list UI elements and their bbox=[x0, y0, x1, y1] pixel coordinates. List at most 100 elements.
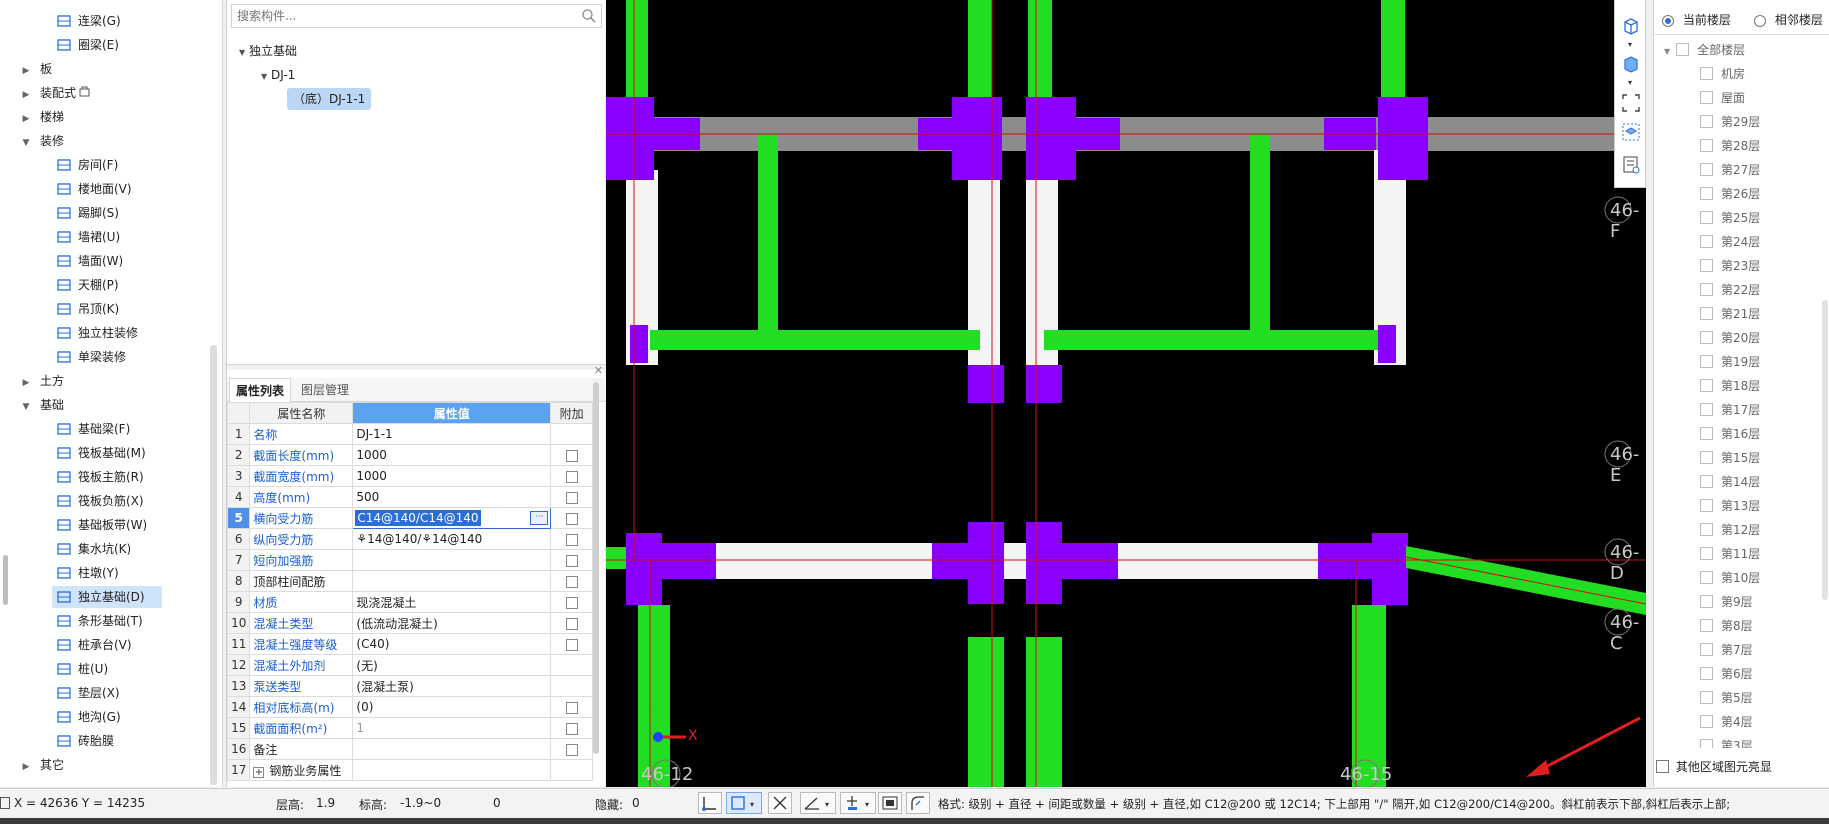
tree-item-17[interactable]: 基础梁(F) bbox=[56, 418, 130, 440]
checkbox-icon[interactable] bbox=[1700, 523, 1713, 536]
property-row[interactable]: 8 顶部柱间配筋 bbox=[226, 570, 593, 592]
tree-item-14[interactable]: 单梁装修 bbox=[56, 346, 126, 368]
beam[interactable] bbox=[650, 330, 980, 350]
checkbox-icon[interactable] bbox=[1700, 427, 1713, 440]
property-value[interactable] bbox=[352, 738, 552, 760]
tree-item-3[interactable]: ▶ 装配式 bbox=[20, 82, 90, 104]
checkbox-icon[interactable] bbox=[1700, 547, 1713, 560]
expand-arrow-icon[interactable]: ▶ bbox=[20, 108, 32, 130]
floor-list-scrollbar[interactable] bbox=[1822, 300, 1828, 600]
expand-arrow-icon[interactable]: ▶ bbox=[20, 372, 32, 394]
floor-item[interactable]: 第7层 bbox=[1700, 640, 1753, 660]
checkbox-icon[interactable] bbox=[565, 722, 578, 735]
expand-arrow-icon[interactable]: ▶ bbox=[20, 756, 32, 778]
property-row[interactable]: 1 名称 DJ-1-1 bbox=[226, 423, 593, 445]
column[interactable] bbox=[1381, 0, 1405, 100]
tree-item-0[interactable]: 连梁(G) bbox=[56, 10, 121, 32]
tree-item-4[interactable]: ▶ 楼梯 bbox=[20, 106, 64, 128]
property-value[interactable]: (0) bbox=[352, 696, 552, 718]
property-value[interactable] bbox=[352, 759, 552, 781]
component-tree-child[interactable]: ▼ DJ-1 bbox=[261, 64, 295, 86]
checkbox-icon[interactable] bbox=[1700, 163, 1713, 176]
checkbox-icon[interactable] bbox=[565, 491, 578, 504]
collapse-arrow-icon[interactable]: ▼ bbox=[20, 132, 32, 154]
component-tree-root[interactable]: ▼ 独立基础 bbox=[239, 40, 297, 62]
isolated-footing[interactable] bbox=[660, 543, 716, 579]
offset-snap-button[interactable]: ▾ bbox=[840, 792, 876, 814]
annotation-arrowhead[interactable] bbox=[1526, 760, 1550, 777]
tree-item-20[interactable]: 筏板负筋(X) bbox=[56, 490, 144, 512]
isolated-footing[interactable] bbox=[630, 325, 648, 363]
property-row[interactable]: 5 横向受力筋 C14@140/C14@140 ··· bbox=[226, 507, 593, 529]
checkbox-icon[interactable] bbox=[1700, 187, 1713, 200]
floor-all[interactable]: ▼ 全部楼层 bbox=[1664, 40, 1745, 60]
cross-snap-button[interactable] bbox=[768, 792, 792, 814]
checkbox-icon[interactable] bbox=[565, 596, 578, 609]
expand-plus-icon[interactable]: + bbox=[253, 766, 265, 778]
property-value[interactable] bbox=[352, 549, 552, 571]
layer-view-icon[interactable] bbox=[1621, 122, 1641, 142]
display-settings-icon[interactable] bbox=[1621, 155, 1641, 175]
tree-item-29[interactable]: 地沟(G) bbox=[56, 706, 121, 728]
cad-drawing[interactable] bbox=[606, 0, 1646, 787]
checkbox-icon[interactable] bbox=[565, 575, 578, 588]
checkbox-icon[interactable] bbox=[565, 554, 578, 567]
checkbox-icon[interactable] bbox=[565, 512, 578, 525]
checkbox-icon[interactable] bbox=[1700, 619, 1713, 632]
floor-item[interactable]: 第8层 bbox=[1700, 616, 1753, 636]
checkbox-icon[interactable] bbox=[1700, 235, 1713, 248]
checkbox-icon[interactable] bbox=[565, 617, 578, 630]
checkbox-icon[interactable] bbox=[565, 470, 578, 483]
checkbox-icon[interactable] bbox=[1700, 475, 1713, 488]
property-row[interactable]: 15 截面面积(m²) 1 bbox=[226, 717, 593, 739]
isolated-footing[interactable] bbox=[968, 522, 1004, 604]
fit-view-icon[interactable] bbox=[1621, 93, 1641, 113]
dropdown-arrow-icon[interactable]: ▾ bbox=[1628, 40, 1632, 49]
cube-view-icon[interactable] bbox=[1621, 16, 1641, 36]
floor-item[interactable]: 第26层 bbox=[1700, 184, 1760, 204]
checkbox-icon[interactable] bbox=[565, 449, 578, 462]
floor-item[interactable]: 屋面 bbox=[1700, 88, 1745, 108]
column[interactable] bbox=[1026, 637, 1062, 787]
checkbox-icon[interactable] bbox=[1700, 715, 1713, 728]
checkbox-icon[interactable] bbox=[1700, 571, 1713, 584]
tree-item-27[interactable]: 桩(U) bbox=[56, 658, 108, 680]
checkbox-icon[interactable] bbox=[1700, 259, 1713, 272]
checkbox-icon[interactable] bbox=[1700, 739, 1713, 748]
checkbox-icon[interactable] bbox=[565, 638, 578, 651]
isolated-footing[interactable] bbox=[1058, 543, 1118, 579]
property-row[interactable]: 7 短向加强筋 bbox=[226, 549, 593, 571]
checkbox-icon[interactable] bbox=[565, 743, 578, 756]
arc-snap-button[interactable] bbox=[906, 792, 930, 814]
checkbox-icon[interactable] bbox=[1656, 760, 1669, 773]
checkbox-icon[interactable] bbox=[1700, 667, 1713, 680]
checkbox-icon[interactable] bbox=[565, 533, 578, 546]
drawing-canvas[interactable]: 46-F 46-E 46-D 46-C 46-12 46-15 X Y bbox=[606, 0, 1646, 787]
checkbox-icon[interactable] bbox=[1700, 283, 1713, 296]
tree-item-15[interactable]: ▶ 土方 bbox=[20, 370, 64, 392]
orthogonal-button[interactable] bbox=[698, 792, 722, 814]
tree-item-7[interactable]: 楼地面(V) bbox=[56, 178, 132, 200]
floor-item[interactable]: 第10层 bbox=[1700, 568, 1760, 588]
checkbox-icon[interactable] bbox=[1700, 67, 1713, 80]
tree-item-26[interactable]: 桩承台(V) bbox=[56, 634, 132, 656]
property-row[interactable]: 6 纵向受力筋 ⚘14@140/⚘14@140 bbox=[226, 528, 593, 550]
ellipsis-icon[interactable]: ··· bbox=[530, 511, 549, 525]
floor-item[interactable]: 第3层 bbox=[1700, 736, 1753, 748]
property-value-edit-text[interactable]: C14@140/C14@140 bbox=[355, 510, 481, 526]
floor-item[interactable]: 第19层 bbox=[1700, 352, 1760, 372]
property-value[interactable]: 1 bbox=[352, 717, 552, 739]
tree-item-22[interactable]: 集水坑(K) bbox=[56, 538, 131, 560]
property-row[interactable]: 3 截面宽度(mm) 1000 bbox=[226, 465, 593, 487]
floor-item[interactable]: 机房 bbox=[1700, 64, 1745, 84]
close-icon[interactable]: ✕ bbox=[594, 364, 603, 377]
tree-item-25[interactable]: 条形基础(T) bbox=[56, 610, 143, 632]
expand-arrow-icon[interactable]: ▶ bbox=[20, 84, 32, 106]
checkbox-icon[interactable] bbox=[1700, 451, 1713, 464]
dynamic-input-button[interactable] bbox=[878, 792, 902, 814]
checkbox-icon[interactable] bbox=[1700, 211, 1713, 224]
tree-item-11[interactable]: 天棚(P) bbox=[56, 274, 119, 296]
floor-item[interactable]: 第21层 bbox=[1700, 304, 1760, 324]
collapse-arrow-icon[interactable]: ▼ bbox=[20, 396, 32, 418]
component-type-tree[interactable]: 连梁(G) 圈梁(E) ▶ 板 ▶ 装配式 ▶ 楼梯 ▼ 装修 房间(F) 楼地面(V) 踢脚(S) 墙裙… bbox=[0, 0, 223, 787]
